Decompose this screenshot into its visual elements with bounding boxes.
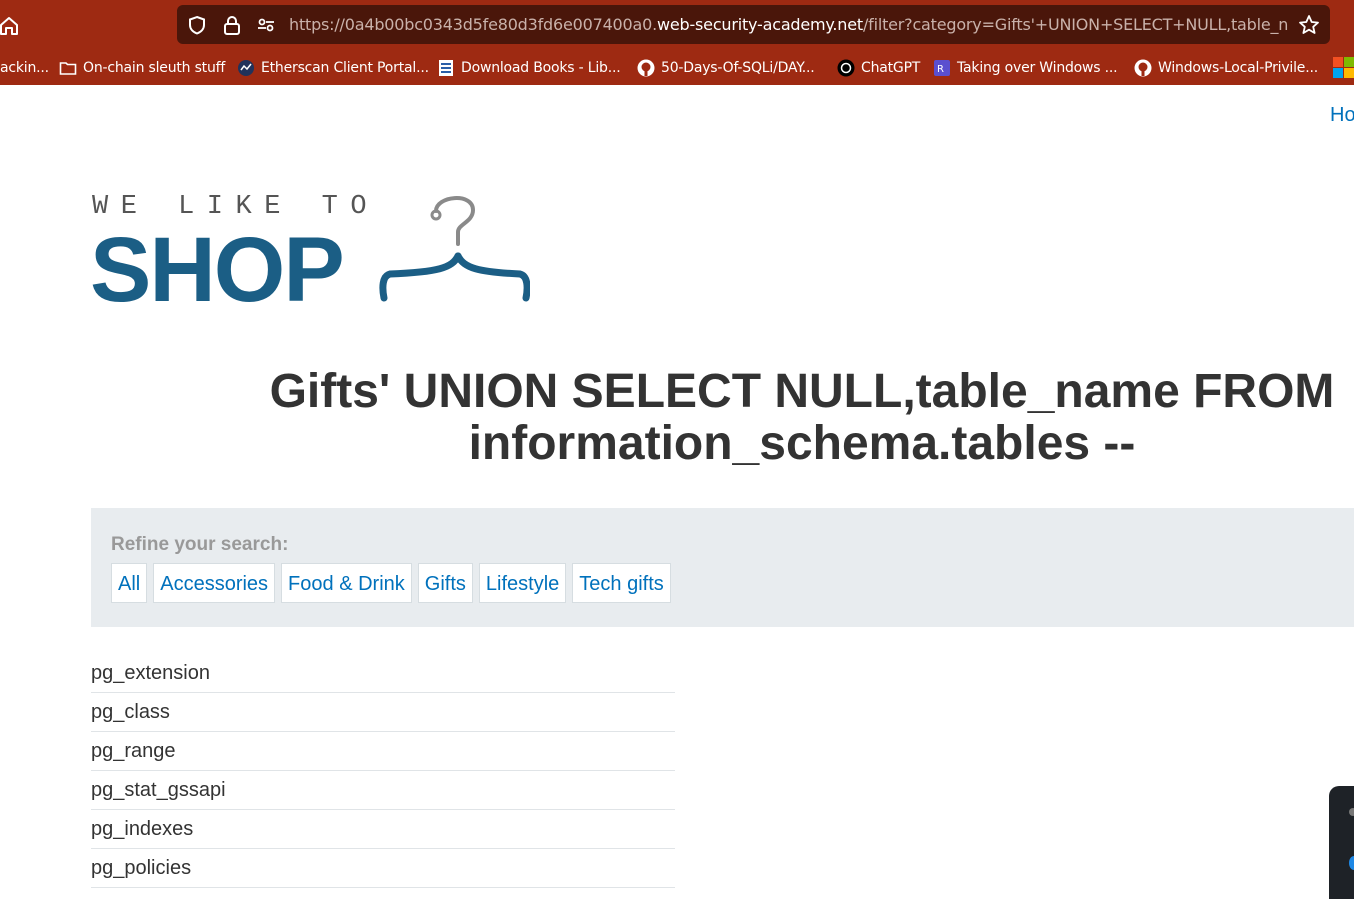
url-prefix: https://0a4b00bc0343d5fe80d3fd6e007400a0… [289, 15, 657, 34]
bookmark-item[interactable]: 50-Days-Of-SQLi/DAY... [637, 57, 815, 79]
bookmark-label: ChatGPT [861, 60, 921, 76]
bookmark-star-icon[interactable] [1298, 14, 1320, 36]
filter-panel: Refine your search: All Accessories Food… [91, 508, 1354, 627]
bookmark-label: 50-Days-Of-SQLi/DAY... [661, 60, 815, 76]
table-row: pg_range [91, 732, 675, 771]
bookmark-label: Taking over Windows ... [957, 60, 1118, 76]
filter-link-lifestyle[interactable]: Lifestyle [478, 563, 567, 603]
table-row: pg_class [91, 693, 675, 732]
bookmark-item[interactable]: Etherscan Client Portal... [237, 57, 429, 79]
book-icon [439, 60, 453, 76]
tracking-protection-icon[interactable] [187, 15, 207, 35]
permissions-icon[interactable] [256, 15, 276, 35]
url-domain: web-security-academy.net [656, 15, 863, 34]
shop-logo: WE LIKE TO SHOP [90, 192, 530, 308]
etherscan-icon [238, 60, 254, 76]
page-title: Gifts' UNION SELECT NULL,table_name FROM… [269, 365, 1335, 470]
table-row: pg_indexes [91, 810, 675, 849]
table-row: pg_extension [91, 654, 675, 693]
hanger-icon [379, 196, 530, 302]
bookmark-item[interactable]: Download Books - Lib... [437, 57, 621, 79]
filter-link-all[interactable]: All [111, 563, 148, 603]
url-text[interactable]: https://0a4b00bc0343d5fe80d3fd6e007400a0… [289, 15, 1289, 34]
folder-icon [59, 62, 77, 75]
bookmarks-bar: ackin... On-chain sleuth stuff Etherscan… [0, 54, 1354, 80]
bookmark-folder[interactable]: On-chain sleuth stuff [59, 57, 225, 79]
results-table: pg_extension pg_class pg_range pg_stat_g… [91, 654, 675, 888]
widget-dot-icon [1349, 808, 1354, 816]
microsoft-icon[interactable] [1333, 57, 1354, 78]
nav-home-link[interactable]: Ho [1330, 104, 1354, 127]
table-row: pg_stat_gssapi [91, 771, 675, 810]
filter-links: All Accessories Food & Drink Gifts Lifes… [111, 563, 677, 603]
bookmark-item[interactable]: ChatGPT [837, 57, 920, 79]
github-icon [637, 59, 655, 77]
bookmark-label: Etherscan Client Portal... [261, 60, 429, 76]
widget-blue-icon [1349, 856, 1354, 870]
filter-link-food-drink[interactable]: Food & Drink [281, 563, 412, 603]
github-icon [1134, 59, 1152, 77]
logo-word: SHOP [90, 219, 343, 308]
home-icon[interactable] [0, 14, 20, 36]
bookmark-item[interactable]: R Taking over Windows ... [933, 57, 1118, 79]
floating-widget[interactable] [1329, 786, 1354, 899]
bookmark-item[interactable]: ackin... [0, 57, 49, 79]
svg-text:R: R [937, 64, 944, 75]
browser-chrome: https://0a4b00bc0343d5fe80d3fd6e007400a0… [0, 0, 1354, 85]
lock-icon[interactable] [222, 15, 242, 35]
logo-tagline: WE LIKE TO [92, 192, 379, 222]
filter-link-tech-gifts[interactable]: Tech gifts [572, 563, 671, 603]
bookmark-label: Windows-Local-Privile... [1158, 60, 1318, 76]
bookmark-label: Download Books - Lib... [461, 60, 621, 76]
filter-link-gifts[interactable]: Gifts [417, 563, 473, 603]
url-bar[interactable]: https://0a4b00bc0343d5fe80d3fd6e007400a0… [177, 5, 1330, 44]
bookmark-item[interactable]: Windows-Local-Privile... [1134, 57, 1318, 79]
site-icon: R [934, 60, 950, 76]
url-suffix: /filter?category=Gifts'+UNION+SELECT+NUL… [862, 15, 1289, 34]
chatgpt-icon [837, 59, 855, 77]
filter-label: Refine your search: [111, 534, 289, 555]
filter-link-accessories[interactable]: Accessories [153, 563, 276, 603]
bookmark-label: On-chain sleuth stuff [83, 60, 226, 76]
table-row: pg_policies [91, 849, 675, 888]
bookmark-label: ackin... [0, 60, 49, 76]
